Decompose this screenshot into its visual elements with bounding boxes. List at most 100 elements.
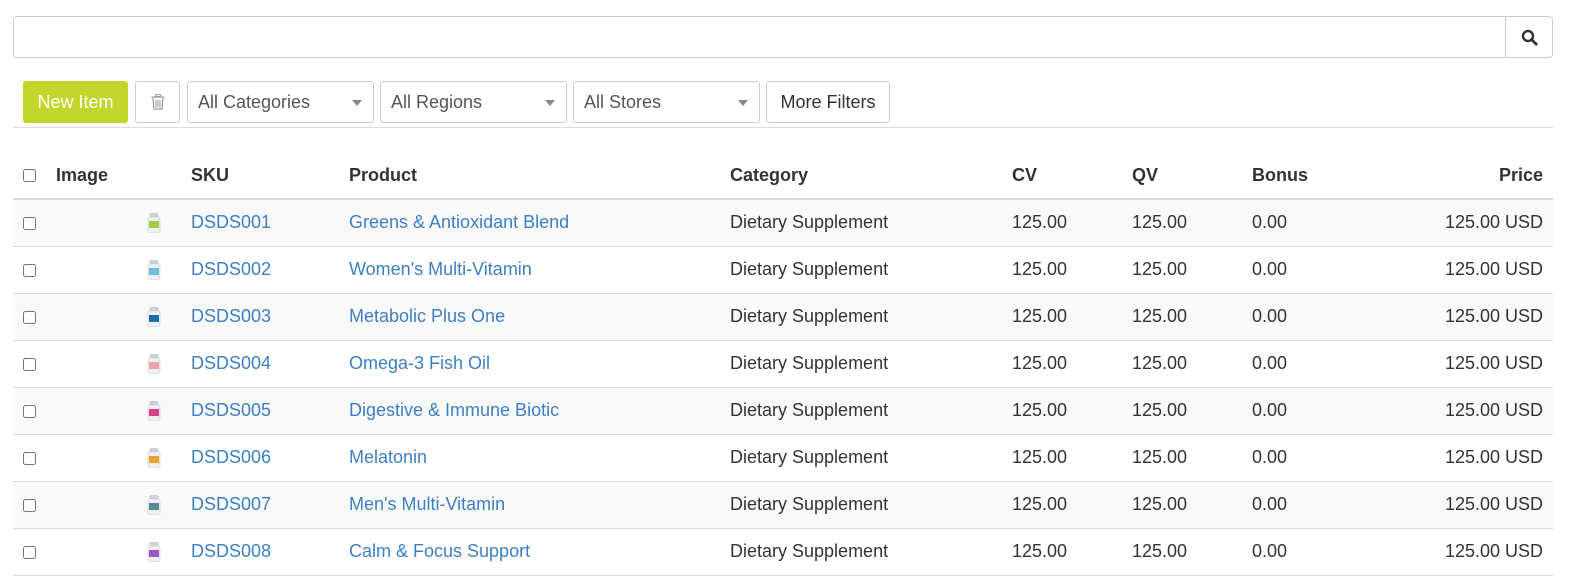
product-image-cell [56,293,191,341]
bonus-cell: 0.00 [1252,434,1372,482]
row-checkbox[interactable] [23,217,36,230]
row-checkbox[interactable] [23,310,36,324]
sku-cell: DSDS005 [191,387,349,435]
bottle-icon[interactable] [147,306,161,327]
chevron-down-icon [352,100,362,106]
product-link[interactable]: Men's Multi-Vitamin [349,494,505,514]
bottle-icon[interactable] [147,541,161,562]
table-body: DSDS001 Greens & Antioxidant Blend Dietary… [13,199,1553,576]
sku-link[interactable]: DSDS002 [191,259,271,279]
bottle-label [149,408,159,416]
row-checkbox[interactable] [23,263,36,277]
product-link[interactable]: Calm & Focus Support [349,541,530,561]
sku-link[interactable]: DSDS003 [191,306,271,326]
new-item-button[interactable]: New Item [23,81,128,123]
bottle-icon[interactable] [147,400,161,421]
product-cell: Greens & Antioxidant Blend [349,199,730,247]
search-input[interactable] [14,17,1505,57]
search-bar [13,16,1553,58]
sku-cell: DSDS008 [191,528,349,576]
bonus-cell: 0.00 [1252,387,1372,435]
product-link[interactable]: Women's Multi-Vitamin [349,259,532,279]
header-qv[interactable]: QV [1132,152,1252,200]
table-row: DSDS004 Omega-3 Fish Oil Dietary Supplemen… [13,340,1553,388]
sku-link[interactable]: DSDS008 [191,541,271,561]
region-filter-value: All Regions [391,91,483,112]
select-all-checkbox[interactable] [23,169,36,183]
table-row: DSDS003 Metabolic Plus One Dietary Supplem… [13,293,1553,341]
select-all-cell [13,152,56,200]
price-cell: 125.00 USD [1372,340,1553,388]
category-cell: Dietary Supplement [730,246,1012,294]
sku-link[interactable]: DSDS001 [191,212,271,232]
table-row: DSDS001 Greens & Antioxidant Blend Dietary… [13,199,1553,247]
row-select-cell [13,434,56,482]
price-cell: 125.00 USD [1372,387,1553,435]
bottle-icon[interactable] [147,447,161,468]
sku-cell: DSDS001 [191,199,349,247]
product-image-cell [56,434,191,482]
sku-cell: DSDS002 [191,246,349,294]
category-cell: Dietary Supplement [730,434,1012,482]
bonus-cell: 0.00 [1252,528,1372,576]
product-link[interactable]: Melatonin [349,447,427,467]
qv-cell: 125.00 [1132,340,1252,388]
sku-cell: DSDS004 [191,340,349,388]
row-select-cell [13,199,56,247]
product-image-cell [56,528,191,576]
category-cell: Dietary Supplement [730,481,1012,529]
row-checkbox[interactable] [23,545,36,559]
store-filter-value: All Stores [584,91,662,112]
header-price[interactable]: Price [1372,152,1553,200]
qv-cell: 125.00 [1132,481,1252,529]
cv-cell: 125.00 [1012,387,1132,435]
header-bonus[interactable]: Bonus [1252,152,1372,200]
more-filters-button[interactable]: More Filters [766,81,890,123]
price-cell: 125.00 USD [1372,246,1553,294]
product-cell: Men's Multi-Vitamin [349,481,730,529]
category-filter-select[interactable]: All Categories [187,81,374,123]
header-sku[interactable]: SKU [191,152,349,200]
row-checkbox[interactable] [23,498,36,512]
product-link[interactable]: Metabolic Plus One [349,306,505,326]
product-cell: Digestive & Immune Biotic [349,387,730,435]
chevron-down-icon [738,100,748,106]
category-cell: Dietary Supplement [730,387,1012,435]
header-category[interactable]: Category [730,152,1012,200]
bonus-cell: 0.00 [1252,293,1372,341]
qv-cell: 125.00 [1132,199,1252,247]
bottle-icon[interactable] [147,212,161,233]
sku-link[interactable]: DSDS005 [191,400,271,420]
bottle-icon[interactable] [147,353,161,374]
region-filter-select[interactable]: All Regions [380,81,567,123]
row-checkbox[interactable] [23,404,36,418]
cv-cell: 125.00 [1012,528,1132,576]
bottle-icon[interactable] [147,494,161,515]
bottle-icon[interactable] [147,259,161,280]
product-cell: Women's Multi-Vitamin [349,246,730,294]
row-checkbox[interactable] [23,357,36,371]
row-checkbox[interactable] [23,451,36,465]
product-cell: Omega-3 Fish Oil [349,340,730,388]
row-select-cell [13,528,56,576]
header-cv[interactable]: CV [1012,152,1132,200]
sku-link[interactable]: DSDS004 [191,353,271,373]
category-cell: Dietary Supplement [730,293,1012,341]
sku-link[interactable]: DSDS007 [191,494,271,514]
delete-button[interactable] [135,81,180,123]
product-link[interactable]: Greens & Antioxidant Blend [349,212,569,232]
table-row: DSDS002 Women's Multi-Vitamin Dietary Supp… [13,246,1553,294]
sku-cell: DSDS007 [191,481,349,529]
header-product[interactable]: Product [349,152,730,200]
store-filter-select[interactable]: All Stores [573,81,760,123]
qv-cell: 125.00 [1132,387,1252,435]
product-image-cell [56,340,191,388]
product-link[interactable]: Omega-3 Fish Oil [349,353,490,373]
search-button[interactable] [1505,17,1552,57]
product-image-cell [56,481,191,529]
product-link[interactable]: Digestive & Immune Biotic [349,400,559,420]
product-table: Image SKU Product Category CV QV Bonus P… [13,152,1553,576]
sku-link[interactable]: DSDS006 [191,447,271,467]
price-cell: 125.00 USD [1372,434,1553,482]
category-cell: Dietary Supplement [730,528,1012,576]
